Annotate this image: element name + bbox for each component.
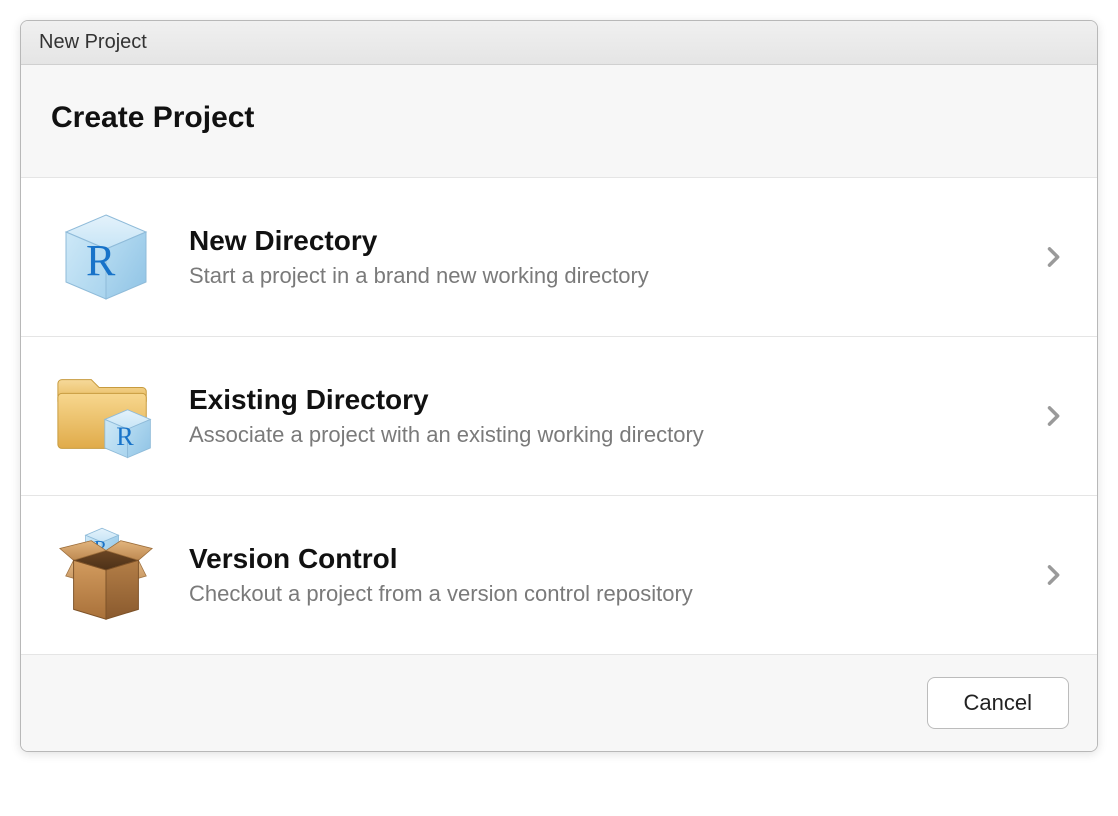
option-new-directory[interactable]: R New Directory Start a project in a bra… [21,178,1097,337]
option-text: Existing Directory Associate a project w… [189,384,1011,448]
chevron-right-icon [1039,561,1067,589]
dialog-footer: Cancel [21,655,1097,751]
option-title: Existing Directory [189,384,1011,416]
window-title: New Project [39,31,147,53]
option-description: Checkout a project from a version contro… [189,581,1011,607]
window-titlebar: New Project [21,21,1097,65]
chevron-right-icon [1039,243,1067,271]
option-description: Start a project in a brand new working d… [189,263,1011,289]
option-title: Version Control [189,543,1011,575]
cancel-button[interactable]: Cancel [927,677,1069,729]
option-text: New Directory Start a project in a brand… [189,225,1011,289]
project-options-list: R New Directory Start a project in a bra… [21,178,1097,655]
box-r-cube-icon: R [51,520,161,630]
svg-text:R: R [116,422,134,451]
chevron-right-icon [1039,402,1067,430]
dialog-header: Create Project [21,65,1097,178]
option-description: Associate a project with an existing wor… [189,422,1011,448]
r-cube-icon: R [51,202,161,312]
page-title: Create Project [51,101,1067,135]
option-text: Version Control Checkout a project from … [189,543,1011,607]
option-version-control[interactable]: R Version Control Checkout a project fro [21,496,1097,655]
new-project-dialog: New Project Create Project [20,20,1098,752]
option-existing-directory[interactable]: R Existing Directory Associate a project… [21,337,1097,496]
folder-r-cube-icon: R [51,361,161,471]
svg-text:R: R [86,236,116,285]
option-title: New Directory [189,225,1011,257]
